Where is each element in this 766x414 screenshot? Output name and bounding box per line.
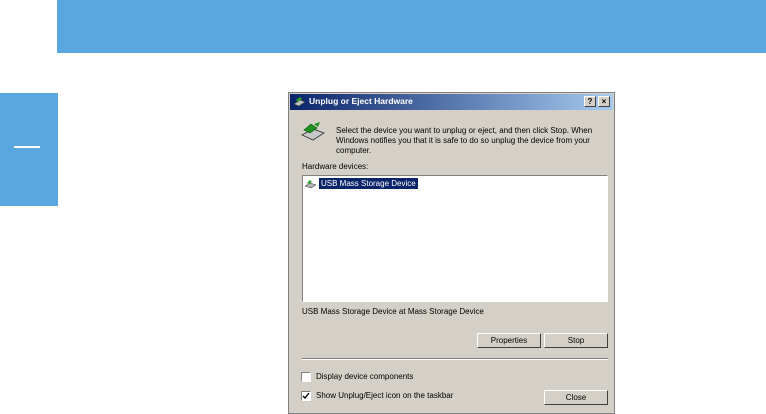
show-icon-label: Show Unplug/Eject icon on the taskbar: [316, 391, 454, 400]
device-description: USB Mass Storage Device at Mass Storage …: [302, 307, 484, 316]
hardware-eject-large-icon: [301, 122, 325, 141]
hardware-devices-label: Hardware devices:: [302, 162, 369, 171]
close-window-button[interactable]: ×: [598, 96, 610, 107]
stop-button[interactable]: Stop: [544, 333, 608, 348]
display-components-label: Display device components: [316, 372, 414, 381]
help-button[interactable]: ?: [584, 96, 596, 107]
dialog-title: Unplug or Eject Hardware: [309, 96, 413, 106]
display-components-checkbox[interactable]: [301, 372, 311, 382]
header-banner: [57, 0, 766, 53]
dialog-titlebar[interactable]: Unplug or Eject Hardware ? ×: [290, 94, 613, 110]
separator: [302, 358, 608, 360]
unplug-eject-dialog: Unplug or Eject Hardware ? × Select the …: [288, 92, 615, 414]
checkmark-icon: [302, 392, 310, 400]
usb-storage-icon: [305, 180, 316, 189]
show-icon-checkbox[interactable]: [301, 391, 311, 401]
hardware-devices-list[interactable]: USB Mass Storage Device: [302, 175, 608, 302]
side-tab: [0, 93, 58, 206]
instructions-text: Select the device you want to unplug or …: [336, 126, 593, 155]
close-button[interactable]: Close: [544, 390, 608, 405]
eject-hardware-icon: [293, 97, 306, 107]
properties-button[interactable]: Properties: [477, 333, 541, 348]
side-tab-dash: [14, 146, 40, 148]
device-label: USB Mass Storage Device: [319, 178, 418, 189]
